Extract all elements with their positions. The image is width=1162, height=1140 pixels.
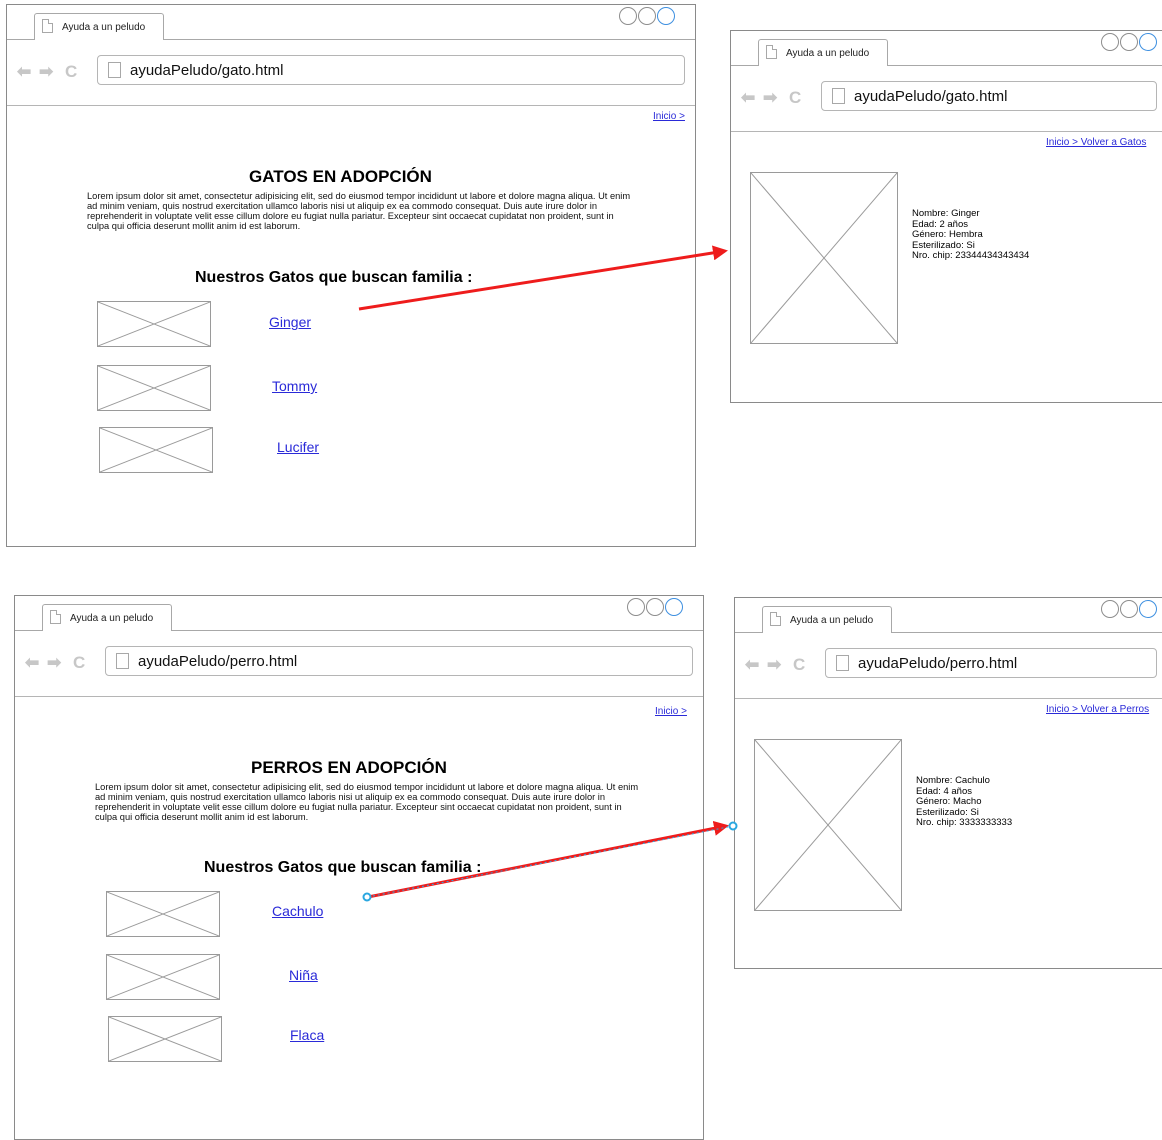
animal-link-cachulo[interactable]: Cachulo (272, 903, 323, 919)
window-control-circle-icon[interactable] (657, 7, 675, 25)
tab-title: Ayuda a un peludo (786, 48, 870, 59)
tab-title: Ayuda a un peludo (62, 22, 146, 33)
browser-window-dogs-list: Ayuda a un peludo ⬅ ➡ C ayudaPeludo/perr… (14, 595, 704, 1140)
detail-name: Nombre: Ginger (912, 208, 980, 219)
breadcrumb-link[interactable]: Inicio > (655, 706, 687, 717)
address-bar[interactable]: ayudaPeludo/perro.html (105, 646, 693, 676)
back-arrow-icon[interactable]: ⬅ (25, 654, 39, 672)
animal-image-placeholder (97, 365, 211, 411)
section-heading: Nuestros Gatos que buscan familia : (195, 269, 473, 286)
forward-arrow-icon[interactable]: ➡ (39, 63, 53, 81)
nav-buttons: ⬅ ➡ C (741, 89, 817, 107)
animal-image-placeholder (106, 954, 220, 1000)
document-icon (770, 612, 781, 626)
detail-gender: Género: Macho (916, 796, 982, 807)
animal-image-placeholder (106, 891, 220, 937)
breadcrumb-link[interactable]: Inicio > Volver a Perros (1046, 704, 1149, 715)
browser-tab[interactable]: Ayuda a un peludo (758, 39, 888, 66)
window-control-circle-icon[interactable] (619, 7, 637, 25)
page-title: PERROS EN ADOPCIÓN (251, 758, 447, 777)
tab-title: Ayuda a un peludo (790, 615, 874, 626)
address-bar[interactable]: ayudaPeludo/gato.html (97, 55, 685, 85)
detail-gender: Género: Hembra (912, 229, 983, 240)
forward-arrow-icon[interactable]: ➡ (47, 654, 61, 672)
browser-chrome: Ayuda a un peludo ⬅ ➡ C ayudaPeludo/gato… (7, 5, 695, 106)
browser-chrome: Ayuda a un peludo ⬅ ➡ C ayudaPeludo/perr… (735, 598, 1162, 699)
forward-arrow-icon[interactable]: ➡ (767, 656, 781, 674)
document-icon (50, 610, 61, 624)
window-controls (1097, 600, 1162, 622)
breadcrumb-link[interactable]: Inicio > (653, 111, 685, 122)
window-control-circle-icon[interactable] (1101, 33, 1119, 51)
window-control-circle-icon[interactable] (665, 598, 683, 616)
page-icon (836, 655, 849, 671)
animal-image-placeholder (108, 1016, 222, 1062)
browser-tab[interactable]: Ayuda a un peludo (762, 606, 892, 633)
reload-icon[interactable]: C (65, 63, 77, 81)
animal-details: Nombre: Ginger Edad: 2 años Género: Hemb… (912, 208, 1030, 262)
window-controls (1097, 33, 1162, 55)
detail-chip: Nro. chip: 3333333333 (916, 817, 1013, 828)
breadcrumb-link[interactable]: Inicio > Volver a Gatos (1046, 137, 1146, 148)
browser-window-cats-list: Ayuda a un peludo ⬅ ➡ C ayudaPeludo/gato… (6, 4, 696, 547)
browser-tab[interactable]: Ayuda a un peludo (34, 13, 164, 40)
page-icon (832, 88, 845, 104)
window-controls (623, 598, 703, 620)
window-control-circle-icon[interactable] (627, 598, 645, 616)
browser-window-cat-detail: Ayuda a un peludo ⬅ ➡ C ayudaPeludo/gato… (730, 30, 1162, 403)
back-arrow-icon[interactable]: ⬅ (745, 656, 759, 674)
window-controls (615, 7, 695, 29)
reload-icon[interactable]: C (789, 89, 801, 107)
url-text: ayudaPeludo/perro.html (138, 653, 298, 670)
animal-link-ginger[interactable]: Ginger (269, 314, 311, 330)
window-control-circle-icon[interactable] (1120, 600, 1138, 618)
animal-photo-placeholder (754, 739, 902, 911)
window-control-circle-icon[interactable] (638, 7, 656, 25)
browser-chrome: Ayuda a un peludo ⬅ ➡ C ayudaPeludo/perr… (15, 596, 703, 697)
nav-buttons: ⬅ ➡ C (25, 654, 101, 672)
browser-window-dog-detail: Ayuda a un peludo ⬅ ➡ C ayudaPeludo/perr… (734, 597, 1162, 969)
back-arrow-icon[interactable]: ⬅ (741, 89, 755, 107)
document-icon (42, 19, 53, 33)
reload-icon[interactable]: C (793, 656, 805, 674)
reload-icon[interactable]: C (73, 654, 85, 672)
page-title: GATOS EN ADOPCIÓN (249, 167, 432, 186)
back-arrow-icon[interactable]: ⬅ (17, 63, 31, 81)
animal-image-placeholder (99, 427, 213, 473)
url-text: ayudaPeludo/gato.html (130, 62, 284, 79)
intro-paragraph: Lorem ipsum dolor sit amet, consectetur … (87, 191, 631, 231)
page-icon (108, 62, 121, 78)
detail-chip: Nro. chip: 23344434343434 (912, 250, 1030, 261)
document-icon (766, 45, 777, 59)
animal-link-tommy[interactable]: Tommy (272, 378, 317, 394)
forward-arrow-icon[interactable]: ➡ (763, 89, 777, 107)
animal-link-lucifer[interactable]: Lucifer (277, 439, 319, 455)
animal-photo-placeholder (750, 172, 898, 344)
animal-link-flaca[interactable]: Flaca (290, 1027, 324, 1043)
address-bar[interactable]: ayudaPeludo/perro.html (825, 648, 1157, 678)
nav-buttons: ⬅ ➡ C (745, 656, 821, 674)
address-bar[interactable]: ayudaPeludo/gato.html (821, 81, 1157, 111)
tab-title: Ayuda a un peludo (70, 613, 154, 624)
window-control-circle-icon[interactable] (646, 598, 664, 616)
url-text: ayudaPeludo/gato.html (854, 88, 1008, 105)
window-control-circle-icon[interactable] (1120, 33, 1138, 51)
browser-chrome: Ayuda a un peludo ⬅ ➡ C ayudaPeludo/gato… (731, 31, 1162, 132)
section-heading: Nuestros Gatos que buscan familia : (204, 859, 482, 876)
animal-image-placeholder (97, 301, 211, 347)
nav-buttons: ⬅ ➡ C (17, 63, 93, 81)
detail-name: Nombre: Cachulo (916, 775, 990, 786)
url-text: ayudaPeludo/perro.html (858, 655, 1018, 672)
page-icon (116, 653, 129, 669)
window-control-circle-icon[interactable] (1139, 33, 1157, 51)
intro-paragraph: Lorem ipsum dolor sit amet, consectetur … (95, 782, 639, 822)
animal-link-nina[interactable]: Niña (289, 967, 318, 983)
window-control-circle-icon[interactable] (1101, 600, 1119, 618)
animal-details: Nombre: Cachulo Edad: 4 años Género: Mac… (916, 775, 1013, 829)
browser-tab[interactable]: Ayuda a un peludo (42, 604, 172, 631)
window-control-circle-icon[interactable] (1139, 600, 1157, 618)
